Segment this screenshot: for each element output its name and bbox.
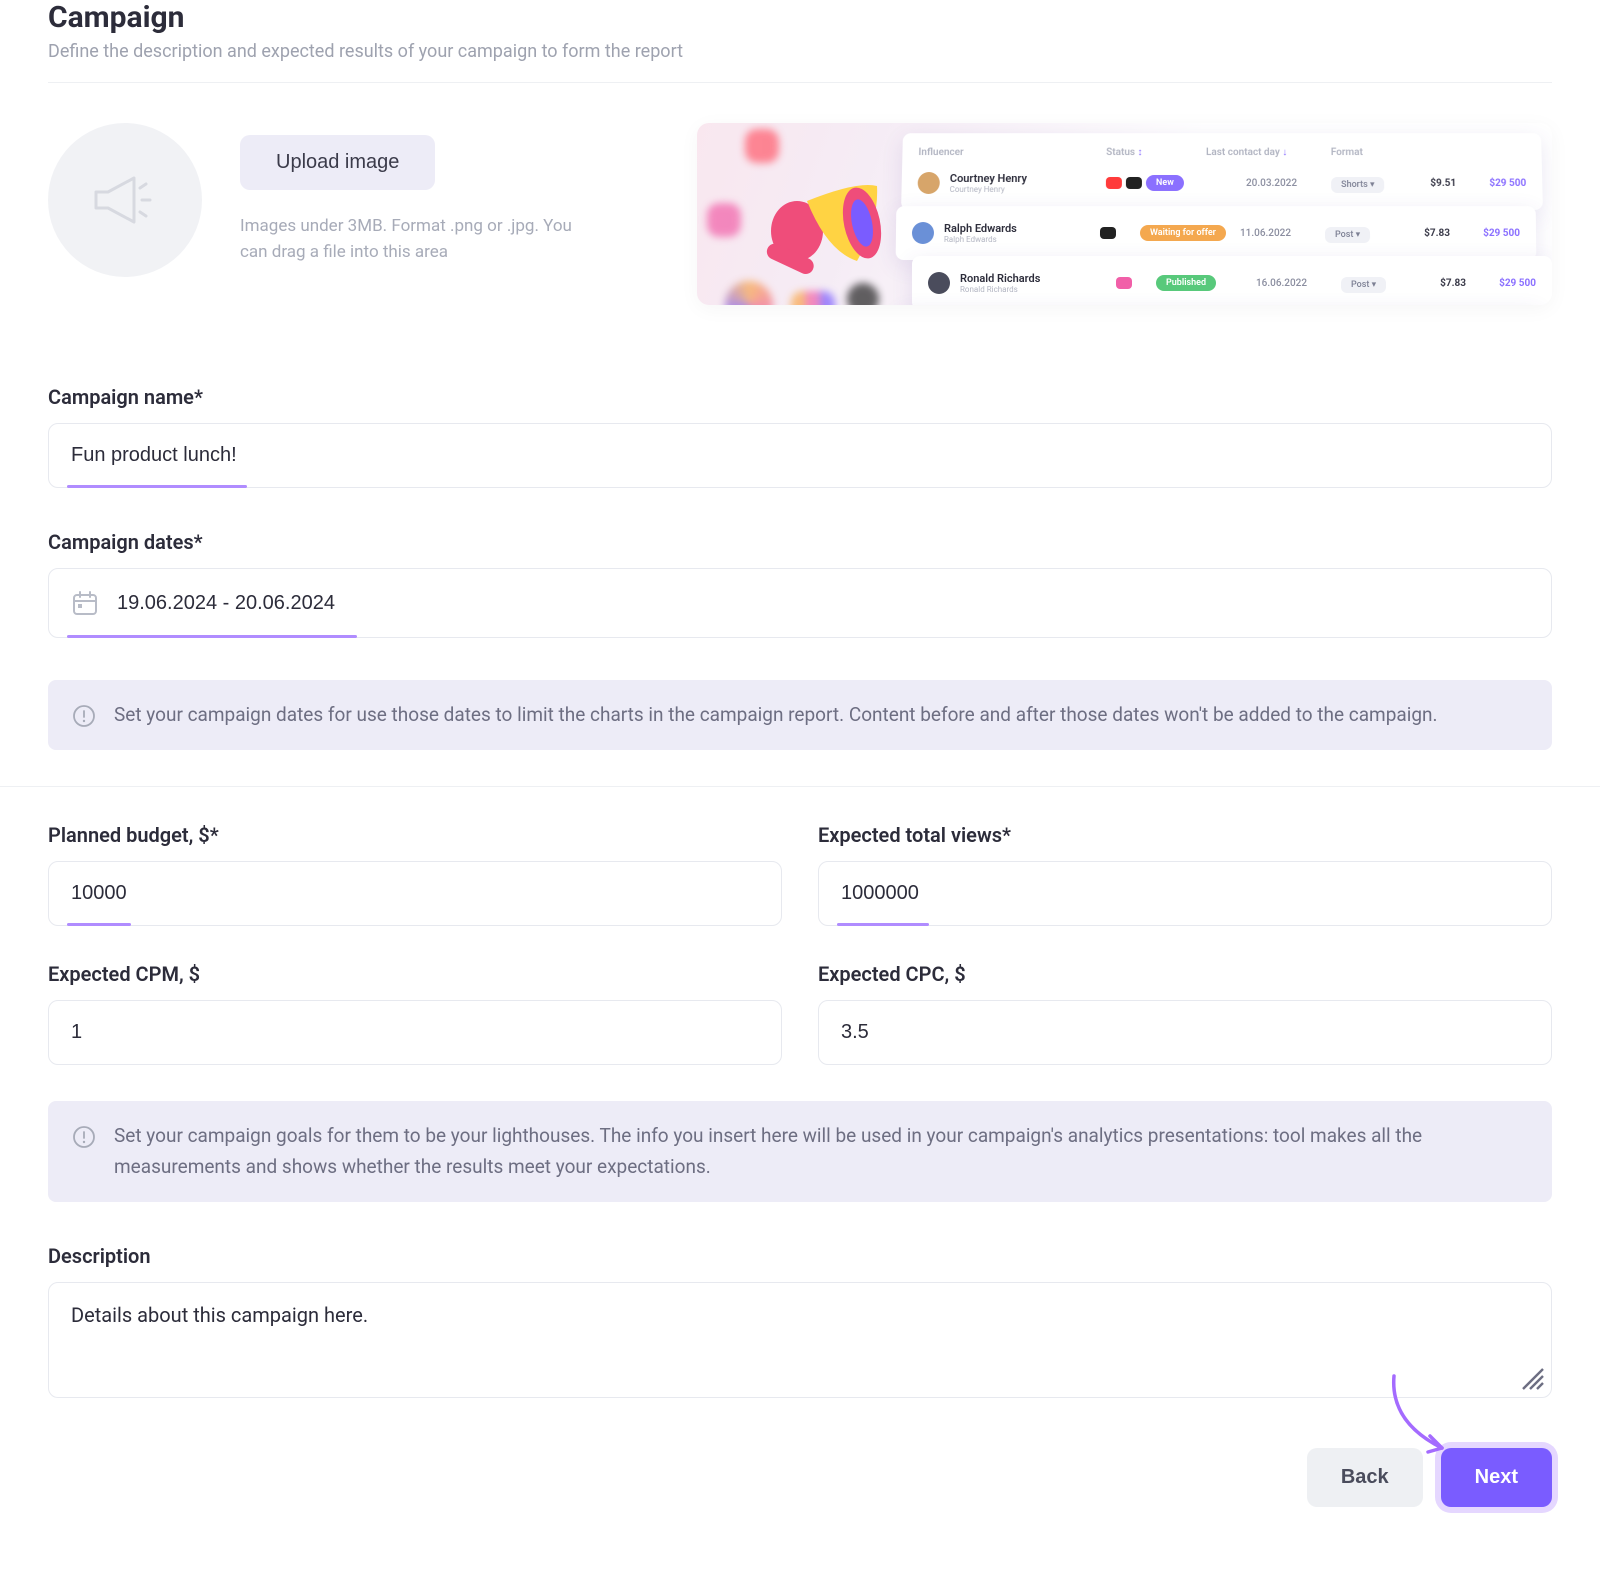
upload-row: Upload image Images under 3MB. Format .p…: [48, 123, 1552, 305]
expected-cpc-input[interactable]: [841, 1021, 1529, 1044]
expected-cpm-field[interactable]: [48, 1000, 782, 1065]
upload-dropzone[interactable]: [48, 123, 202, 277]
dates-info-text: Set your campaign dates for use those da…: [114, 700, 1438, 730]
upload-hint: Images under 3MB. Format .png or .jpg. Y…: [240, 214, 580, 265]
campaign-dates-label: Campaign dates*: [48, 530, 1552, 554]
page-subtitle: Define the description and expected resu…: [48, 41, 1552, 62]
campaign-name-field[interactable]: [48, 423, 1552, 488]
dates-info-banner: Set your campaign dates for use those da…: [48, 680, 1552, 750]
description-input[interactable]: [71, 1303, 1529, 1373]
info-icon: [72, 704, 96, 728]
section-divider: [0, 786, 1600, 787]
next-button[interactable]: Next: [1441, 1448, 1552, 1507]
preview-header-lastcontact: Last contact day ↓: [1206, 147, 1331, 158]
description-field[interactable]: [48, 1282, 1552, 1398]
campaign-dates-input[interactable]: [117, 592, 1529, 615]
preview-header-format: Format: [1331, 147, 1401, 158]
planned-budget-label: Planned budget, $*: [48, 823, 782, 847]
back-button[interactable]: Back: [1307, 1448, 1423, 1507]
expected-views-field[interactable]: [818, 861, 1552, 926]
campaign-name-label: Campaign name*: [48, 385, 1552, 409]
megaphone-icon: [90, 170, 160, 230]
preview-header-influencer: Influencer: [918, 147, 1106, 158]
expected-views-label: Expected total views*: [818, 823, 1552, 847]
goals-info-text: Set your campaign goals for them to be y…: [114, 1121, 1528, 1182]
info-icon: [72, 1125, 96, 1149]
expected-cpc-label: Expected CPC, $: [818, 962, 1552, 986]
expected-cpm-label: Expected CPM, $: [48, 962, 782, 986]
megaphone-illustration-icon: [757, 151, 887, 281]
expected-cpm-input[interactable]: [71, 1021, 759, 1044]
expected-cpc-field[interactable]: [818, 1000, 1552, 1065]
page-title: Campaign: [48, 0, 1552, 35]
resize-handle-icon[interactable]: [1517, 1363, 1545, 1391]
campaign-preview-illustration: Influencer Status ↕ Last contact day ↓ F…: [697, 123, 1552, 305]
campaign-name-input[interactable]: [71, 444, 1529, 467]
planned-budget-field[interactable]: [48, 861, 782, 926]
campaign-dates-field[interactable]: [48, 568, 1552, 638]
calendar-icon: [71, 589, 99, 617]
preview-header-status: Status ↕: [1106, 147, 1206, 158]
expected-views-input[interactable]: [841, 882, 1529, 905]
description-label: Description: [48, 1244, 1552, 1268]
page-header: Campaign Define the description and expe…: [48, 0, 1552, 83]
preview-row: Courtney HenryCourtney Henry New 20.03.2…: [917, 166, 1526, 200]
footer-actions: Back Next: [48, 1448, 1552, 1507]
goals-info-banner: Set your campaign goals for them to be y…: [48, 1101, 1552, 1202]
upload-image-button[interactable]: Upload image: [240, 135, 435, 190]
upload-block: Upload image Images under 3MB. Format .p…: [48, 123, 580, 277]
preview-row: Ralph EdwardsRalph Edwards Waiting for o…: [912, 216, 1520, 250]
planned-budget-input[interactable]: [71, 882, 759, 905]
preview-row: Ronald RichardsRonald Richards Published…: [928, 266, 1536, 300]
